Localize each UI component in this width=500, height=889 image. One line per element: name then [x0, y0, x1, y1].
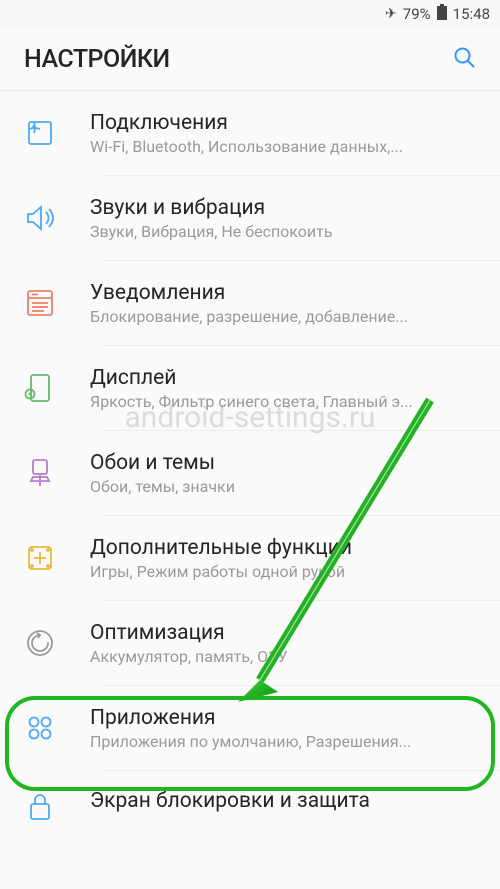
settings-item-sounds[interactable]: Звуки и вибрация Звуки, Вибрация, Не бес… [0, 176, 500, 260]
settings-item-notifications[interactable]: Уведомления Блокирование, разрешение, до… [0, 261, 500, 345]
item-title: Подключения [90, 111, 478, 135]
applications-icon [22, 710, 58, 746]
item-text: Дополнительные функции Игры, Режим работ… [90, 536, 478, 581]
airplane-mode-icon: ✈ [385, 6, 397, 22]
item-subtitle: Яркость, Фильтр синего света, Главный э.… [90, 392, 478, 411]
item-title: Уведомления [90, 281, 478, 305]
display-icon [22, 370, 58, 406]
settings-item-connections[interactable]: Подключения Wi-Fi, Bluetooth, Использова… [0, 91, 500, 175]
settings-item-lockscreen[interactable]: Экран блокировки и защита [0, 771, 500, 825]
header: НАСТРОЙКИ [0, 28, 500, 90]
item-title: Обои и темы [90, 451, 478, 475]
settings-item-advanced[interactable]: Дополнительные функции Игры, Режим работ… [0, 516, 500, 600]
optimization-icon [22, 625, 58, 661]
item-title: Экран блокировки и защита [90, 789, 478, 813]
item-subtitle: Аккумулятор, память, ОЗУ [90, 647, 478, 666]
battery-icon [437, 4, 447, 24]
item-subtitle: Игры, Режим работы одной рукой [90, 562, 478, 581]
item-title: Оптимизация [90, 621, 478, 645]
item-text: Звуки и вибрация Звуки, Вибрация, Не бес… [90, 196, 478, 241]
item-subtitle: Wi-Fi, Bluetooth, Использование данных,.… [90, 137, 478, 156]
connections-icon [22, 115, 58, 151]
item-subtitle: Приложения по умолчанию, Разрешения... [90, 732, 478, 751]
item-text: Приложения Приложения по умолчанию, Разр… [90, 706, 478, 751]
settings-item-display[interactable]: Дисплей Яркость, Фильтр синего света, Гл… [0, 346, 500, 430]
item-subtitle: Блокирование, разрешение, добавление... [90, 307, 478, 326]
clock: 15:48 [453, 5, 490, 23]
sounds-icon [22, 200, 58, 236]
item-title: Звуки и вибрация [90, 196, 478, 220]
lockscreen-icon [22, 789, 58, 825]
search-icon[interactable] [452, 45, 476, 73]
status-bar: ✈ 79% 15:48 [0, 0, 500, 28]
item-text: Оптимизация Аккумулятор, память, ОЗУ [90, 621, 478, 666]
settings-item-applications[interactable]: Приложения Приложения по умолчанию, Разр… [0, 686, 500, 770]
item-title: Дисплей [90, 366, 478, 390]
battery-percentage: 79% [403, 5, 431, 23]
item-text: Дисплей Яркость, Фильтр синего света, Гл… [90, 366, 478, 411]
settings-item-wallpapers[interactable]: Обои и темы Обои, темы, значки [0, 431, 500, 515]
item-title: Дополнительные функции [90, 536, 478, 560]
settings-list: Подключения Wi-Fi, Bluetooth, Использова… [0, 91, 500, 825]
page-title: НАСТРОЙКИ [24, 45, 170, 74]
notifications-icon [22, 285, 58, 321]
wallpapers-icon [22, 455, 58, 491]
item-text: Экран блокировки и защита [90, 789, 478, 815]
item-subtitle: Звуки, Вибрация, Не беспокоить [90, 222, 478, 241]
item-text: Обои и темы Обои, темы, значки [90, 451, 478, 496]
item-text: Уведомления Блокирование, разрешение, до… [90, 281, 478, 326]
item-title: Приложения [90, 706, 478, 730]
advanced-icon [22, 540, 58, 576]
item-text: Подключения Wi-Fi, Bluetooth, Использова… [90, 111, 478, 156]
settings-item-optimization[interactable]: Оптимизация Аккумулятор, память, ОЗУ [0, 601, 500, 685]
item-subtitle: Обои, темы, значки [90, 477, 478, 496]
